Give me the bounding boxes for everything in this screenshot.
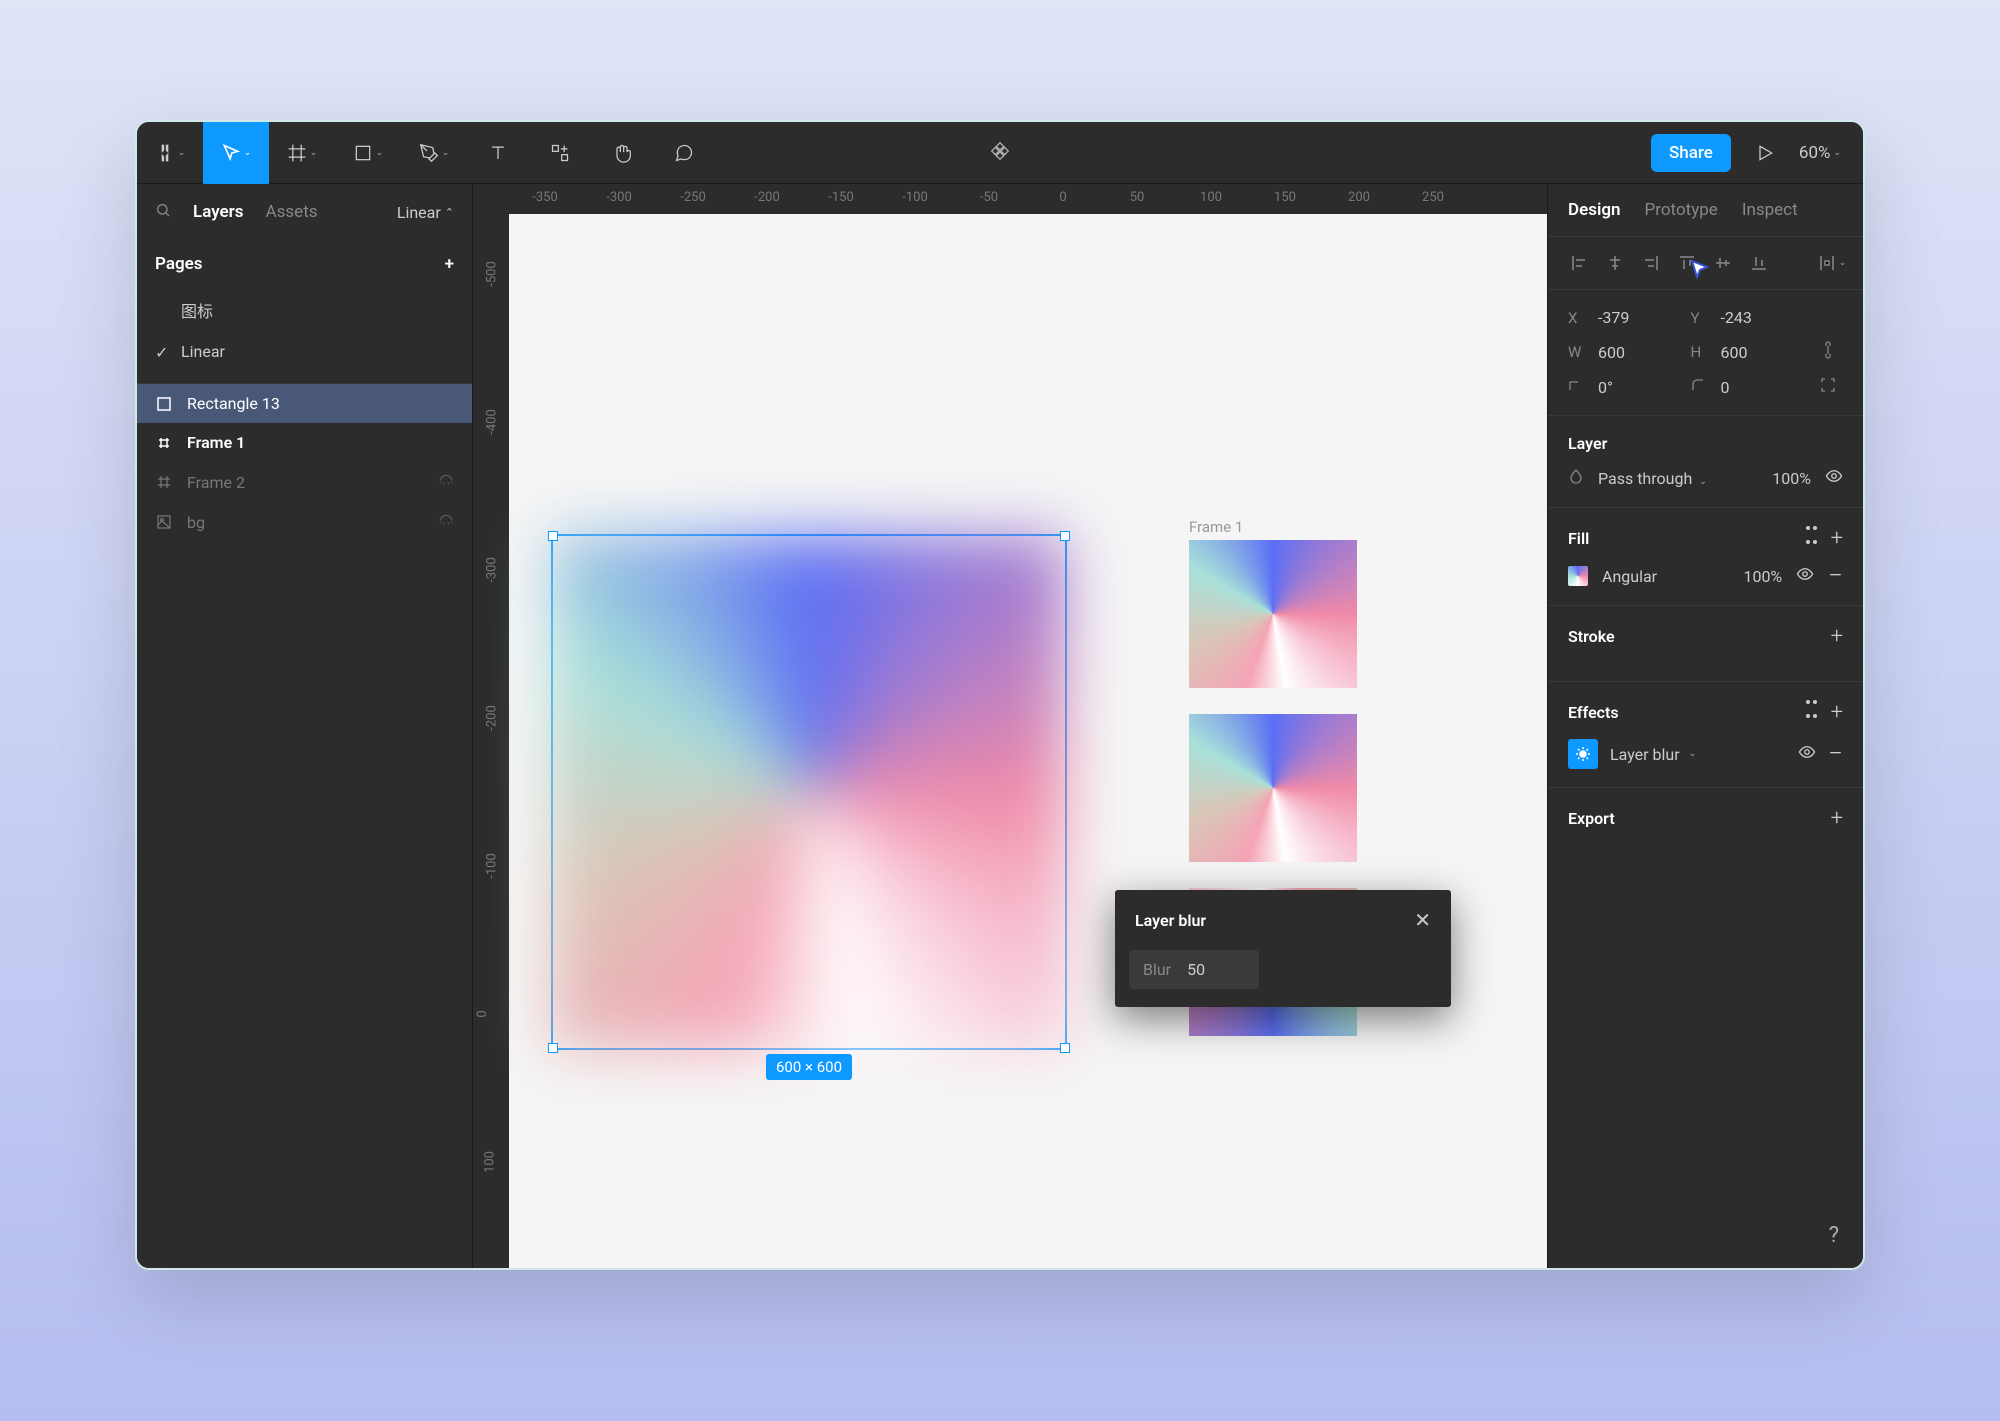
h-input[interactable]: H600	[1691, 343, 1804, 362]
assets-tab[interactable]: Assets	[266, 202, 318, 222]
blur-input[interactable]: Blur 50	[1129, 950, 1259, 989]
pages-header: Pages	[155, 254, 203, 274]
frame-icon	[155, 434, 173, 452]
add-export-button[interactable]: +	[1831, 806, 1843, 831]
tab-inspect[interactable]: Inspect	[1742, 200, 1798, 220]
page-item[interactable]: ✓ Linear	[137, 332, 472, 371]
right-panel: Design Prototype Inspect ⌄ X-379 Y-243 W…	[1547, 184, 1863, 1268]
fill-section: Fill + Angular 100% −	[1548, 508, 1863, 606]
w-input[interactable]: W600	[1568, 343, 1681, 362]
style-icon[interactable]	[1806, 700, 1817, 725]
y-input[interactable]: Y-243	[1691, 308, 1804, 327]
hand-tool[interactable]	[591, 122, 653, 184]
effects-section: Effects + Layer blur⌄ −	[1548, 682, 1863, 788]
align-hcenter-icon[interactable]	[1600, 251, 1630, 275]
style-icon[interactable]	[1806, 526, 1817, 551]
text-tool[interactable]	[467, 122, 529, 184]
zoom-select[interactable]: 60%⌄	[1799, 143, 1841, 163]
blend-mode-select[interactable]: Pass through ⌄	[1598, 469, 1707, 488]
main-menu[interactable]: ⌄	[137, 122, 203, 184]
grid-icon	[155, 473, 173, 491]
ruler-vertical: -500 -400 -300 -200 -100 0 100	[473, 214, 509, 1268]
frame-tool[interactable]: ⌄	[269, 122, 335, 184]
add-stroke-button[interactable]: +	[1831, 624, 1843, 649]
fill-swatch[interactable]	[1568, 566, 1588, 586]
remove-fill-button[interactable]: −	[1828, 571, 1843, 581]
opacity-input[interactable]: 100%	[1772, 469, 1811, 488]
help-icon[interactable]: ?	[1829, 1223, 1839, 1248]
ruler-horizontal: -350 -300 -250 -200 -150 -100 -50 0 50 1…	[509, 184, 1547, 214]
canvas-area[interactable]: -350 -300 -250 -200 -150 -100 -50 0 50 1…	[473, 184, 1547, 1268]
rotation-input[interactable]: 0°	[1568, 378, 1681, 397]
effect-type-select[interactable]: Layer blur⌄	[1610, 745, 1696, 764]
align-left-icon[interactable]	[1564, 251, 1594, 275]
align-vcenter-icon[interactable]	[1708, 251, 1738, 275]
search-icon[interactable]	[155, 202, 171, 223]
layer-row[interactable]: Frame 2	[137, 462, 472, 502]
independent-corners-icon[interactable]	[1820, 377, 1836, 397]
left-panel: Layers Assets Linear⌃ Pages + 图标 ✓ Linea…	[137, 184, 473, 1268]
align-bottom-icon[interactable]	[1744, 251, 1774, 275]
popup-title: Layer blur	[1135, 911, 1206, 930]
image-icon	[155, 513, 173, 531]
thumbnail[interactable]	[1189, 714, 1357, 862]
resize-handle[interactable]	[1060, 1043, 1070, 1053]
blend-icon[interactable]	[1568, 468, 1584, 488]
close-icon[interactable]: ✕	[1414, 908, 1431, 932]
tab-prototype[interactable]: Prototype	[1645, 200, 1718, 220]
align-right-icon[interactable]	[1636, 251, 1666, 275]
visibility-icon[interactable]	[1798, 743, 1816, 765]
export-section: Export +	[1548, 788, 1863, 863]
layers-tab[interactable]: Layers	[193, 202, 244, 222]
tab-design[interactable]: Design	[1568, 200, 1621, 220]
pagelist-select[interactable]: Linear⌃	[397, 203, 454, 222]
rectangle-icon	[155, 395, 173, 413]
selected-object[interactable]: 600 × 600	[551, 534, 1067, 1050]
fill-type[interactable]: Angular	[1602, 567, 1657, 586]
hidden-icon[interactable]	[438, 512, 454, 532]
move-tool[interactable]: ⌄	[203, 122, 269, 184]
page-item[interactable]: 图标	[137, 288, 472, 332]
cursor-icon	[1688, 258, 1712, 282]
x-input[interactable]: X-379	[1568, 308, 1681, 327]
resize-handle[interactable]	[1060, 531, 1070, 541]
resize-handle[interactable]	[548, 1043, 558, 1053]
canvas[interactable]: Frame 1 600 × 600 Layer blur	[509, 214, 1547, 1268]
stroke-section: Stroke +	[1548, 606, 1863, 682]
constrain-icon[interactable]	[1821, 341, 1835, 363]
add-page-button[interactable]: +	[445, 254, 454, 274]
thumbnail[interactable]	[1189, 540, 1357, 688]
comment-tool[interactable]	[653, 122, 715, 184]
fill-opacity-input[interactable]: 100%	[1743, 567, 1782, 586]
check-icon: ✓	[155, 343, 168, 362]
layer-section: Layer Pass through ⌄ 100%	[1548, 416, 1863, 508]
layer-blur-popup: Layer blur ✕ Blur 50	[1115, 890, 1451, 1007]
add-fill-button[interactable]: +	[1831, 526, 1843, 551]
dimension-label: 600 × 600	[766, 1054, 852, 1080]
toolbar: ⌄ ⌄ ⌄ ⌄ ⌄	[137, 122, 1863, 184]
present-button[interactable]	[1745, 122, 1785, 184]
frame-label[interactable]: Frame 1	[1189, 518, 1243, 536]
layer-row[interactable]: Rectangle 13	[137, 384, 472, 423]
visibility-icon[interactable]	[1796, 565, 1814, 587]
effect-settings-icon[interactable]	[1568, 739, 1598, 769]
layer-row[interactable]: Frame 1	[137, 423, 472, 462]
visibility-icon[interactable]	[1825, 467, 1843, 489]
transform-section: X-379 Y-243 W600 H600 0° 0	[1548, 290, 1863, 416]
share-button[interactable]: Share	[1651, 134, 1731, 172]
pen-tool[interactable]: ⌄	[401, 122, 467, 184]
file-icon[interactable]	[989, 140, 1011, 166]
add-effect-button[interactable]: +	[1831, 700, 1843, 725]
remove-effect-button[interactable]: −	[1828, 749, 1843, 759]
resources-tool[interactable]	[529, 122, 591, 184]
distribute-icon[interactable]: ⌄	[1817, 251, 1847, 275]
resize-handle[interactable]	[548, 531, 558, 541]
shape-tool[interactable]: ⌄	[335, 122, 401, 184]
layer-row[interactable]: bg	[137, 502, 472, 542]
hidden-icon[interactable]	[438, 472, 454, 492]
radius-input[interactable]: 0	[1691, 378, 1804, 397]
